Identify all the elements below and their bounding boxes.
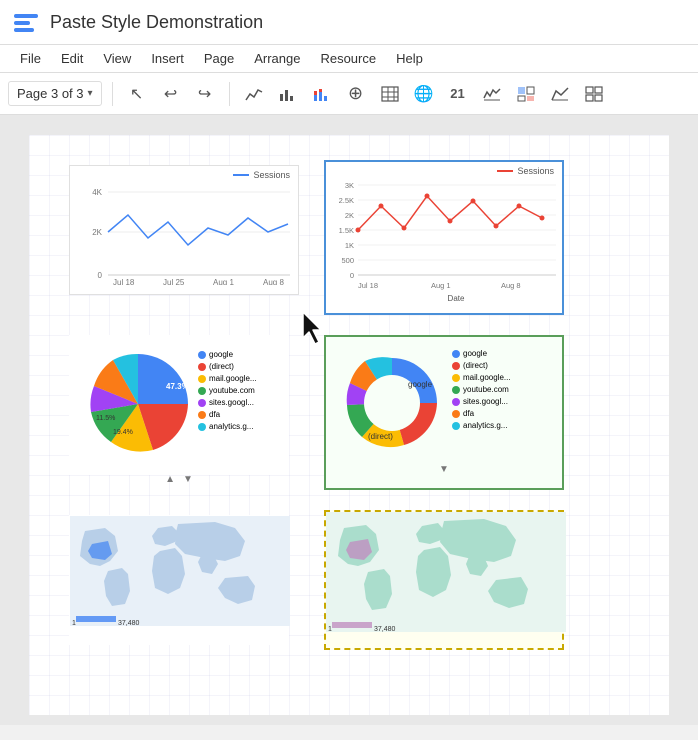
number-button[interactable]: 21 [444,80,472,108]
line-chart-button[interactable] [240,80,268,108]
menu-page[interactable]: Page [196,47,242,70]
redo-button[interactable]: ↪ [191,80,219,108]
sort-up-icon[interactable]: ▲ [165,474,175,485]
svg-text:Jul 25: Jul 25 [163,278,185,285]
more-charts-button[interactable] [580,80,608,108]
pie-right-legend-analytics: analytics.g... [463,421,507,430]
svg-text:47.3%: 47.3% [166,382,189,391]
select-tool-button[interactable]: ↖ [123,80,151,108]
toolbar: Page 3 of 3 ▾ ↖ ↩ ↪ ⊕ 🌐 21 [0,73,698,115]
pie-chart-left[interactable]: 47.3% 19.4% 11.5% google (direct) mail.g… [69,335,289,475]
pie-right-svg: google (direct) [332,343,452,463]
menu-insert[interactable]: Insert [143,47,192,70]
blue-line-chart[interactable]: Sessions 4K 2K 0 Jul 18 Jul 25 Aug 1 Aug [69,165,299,295]
svg-text:Jul 18: Jul 18 [113,278,135,285]
pie-left-legend-youtube: youtube.com [209,386,255,395]
pie-left-legend-sites: sites.googl... [209,398,254,407]
svg-text:google: google [408,380,433,389]
menu-file[interactable]: File [12,47,49,70]
svg-text:4K: 4K [92,188,102,197]
svg-text:0: 0 [98,271,103,280]
app-logo-icon [12,8,40,36]
menu-bar: File Edit View Insert Page Arrange Resou… [0,45,698,73]
menu-arrange[interactable]: Arrange [246,47,308,70]
svg-text:2K: 2K [92,228,102,237]
world-map-left-svg: 1 37,480 [70,516,290,626]
svg-text:Date: Date [448,294,465,303]
pie-right-legend-mail: mail.google... [463,373,511,382]
svg-text:37,480: 37,480 [118,620,140,626]
pie-left-legend-google: google [209,350,233,359]
svg-text:Aug 1: Aug 1 [213,278,234,285]
toolbar-separator-2 [229,82,230,106]
svg-text:500: 500 [341,256,354,265]
svg-text:19.4%: 19.4% [113,429,133,436]
world-map-left[interactable]: 1 37,480 [69,515,289,645]
svg-text:1: 1 [328,626,332,632]
blue-chart-legend: Sessions [253,170,290,180]
red-chart-legend: Sessions [517,166,554,176]
menu-help[interactable]: Help [388,47,431,70]
menu-resource[interactable]: Resource [312,47,384,70]
pie-right-legend-youtube: youtube.com [463,385,509,394]
red-line-svg: 3K 2.5K 2K 1.5K 1K 500 0 [326,176,566,306]
world-map-right-svg: 1 37,480 [326,512,566,632]
table-button[interactable] [376,80,404,108]
pie-left-legend-analytics: analytics.g... [209,422,253,431]
pivot-button[interactable] [512,80,540,108]
svg-text:Aug 8: Aug 8 [263,278,284,285]
pie-left-legend-direct: (direct) [209,362,234,371]
sort-down-icon[interactable]: ▼ [183,474,193,485]
svg-text:2K: 2K [345,211,354,220]
svg-text:Aug 1: Aug 1 [431,281,451,290]
svg-text:11.5%: 11.5% [96,415,115,422]
pie-right-legend-sites: sites.googl... [463,397,508,406]
svg-text:(direct): (direct) [368,432,393,441]
pie-right-legend-google: google [463,349,487,358]
canvas-area: Sessions 4K 2K 0 Jul 18 Jul 25 Aug 1 Aug [0,115,698,725]
page-label: Page 3 of 3 [17,86,84,101]
pie-right-sort-down-icon[interactable]: ▼ [439,464,449,475]
svg-text:1: 1 [72,620,76,626]
page-canvas: Sessions 4K 2K 0 Jul 18 Jul 25 Aug 1 Aug [29,135,669,715]
add-chart-button[interactable]: ⊕ [342,80,370,108]
svg-text:2.5K: 2.5K [339,196,354,205]
pie-chart-right[interactable]: google (direct) google (direct) mail.goo… [324,335,564,490]
globe-button[interactable]: 🌐 [410,80,438,108]
page-indicator[interactable]: Page 3 of 3 ▾ [8,81,102,106]
svg-text:Aug 8: Aug 8 [501,281,521,290]
svg-text:1.5K: 1.5K [339,226,354,235]
blue-line-svg: 4K 2K 0 Jul 18 Jul 25 Aug 1 Aug 8 [70,180,300,285]
svg-text:37,480: 37,480 [374,626,396,632]
svg-text:Jul 18: Jul 18 [358,281,378,290]
pie-right-legend-direct: (direct) [463,361,488,370]
stacked-chart-button[interactable] [308,80,336,108]
toolbar-separator [112,82,113,106]
svg-text:3K: 3K [345,181,354,190]
menu-view[interactable]: View [95,47,139,70]
title-bar: Paste Style Demonstration [0,0,698,45]
pie-right-legend-dfa: dfa [463,409,474,418]
pie-left-svg: 47.3% 19.4% 11.5% [78,344,198,464]
pie-left-legend-dfa: dfa [209,410,220,419]
menu-edit[interactable]: Edit [53,47,91,70]
bar-chart-button[interactable] [274,80,302,108]
red-line-chart[interactable]: Sessions 3K 2.5K 2K 1.5K 1K 500 0 [324,160,564,315]
area-chart-button[interactable] [546,80,574,108]
pie-left-legend-mail: mail.google... [209,374,257,383]
undo-button[interactable]: ↩ [157,80,185,108]
world-map-right[interactable]: 1 37,480 [324,510,564,650]
svg-text:1K: 1K [345,241,354,250]
app-title: Paste Style Demonstration [50,12,263,33]
svg-text:0: 0 [350,271,354,280]
chevron-down-icon: ▾ [88,88,93,99]
sparkline-button[interactable] [478,80,506,108]
